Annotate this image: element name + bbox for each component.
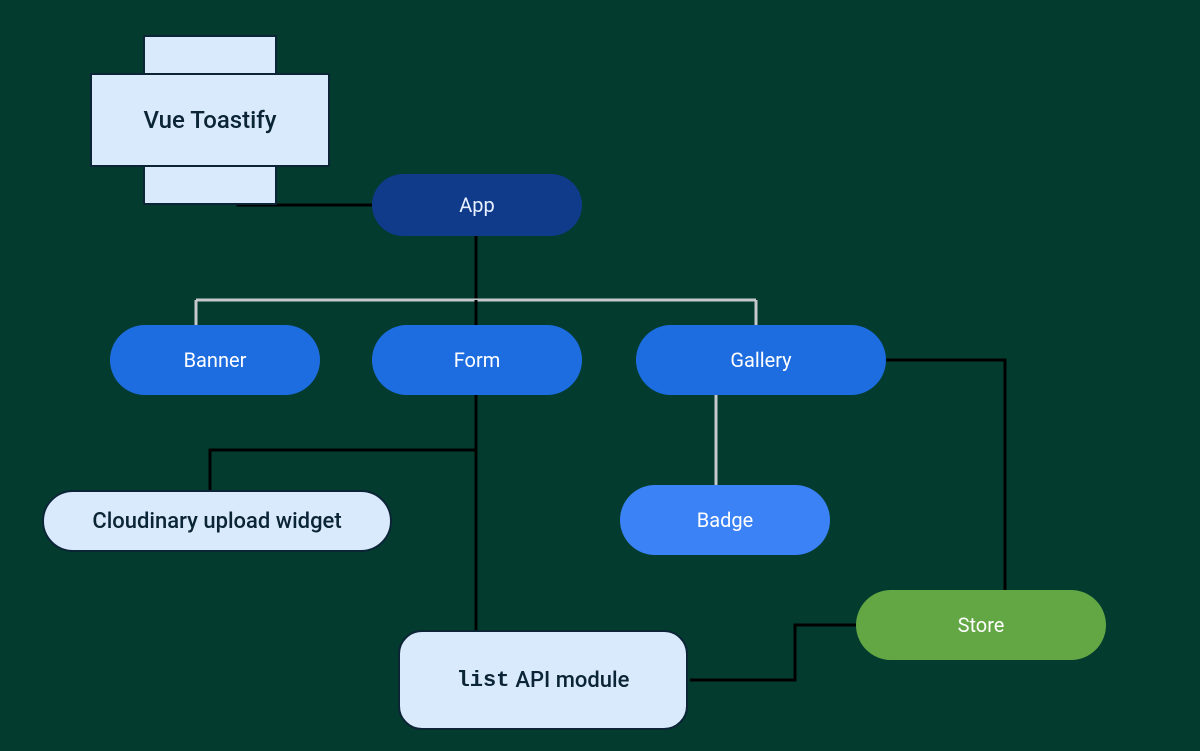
- node-cloudinary-label: Cloudinary upload widget: [92, 509, 341, 534]
- node-vue-toastify: Vue Toastify: [90, 35, 330, 205]
- node-form: Form: [372, 325, 582, 395]
- node-gallery-label: Gallery: [730, 348, 791, 372]
- node-cloudinary: Cloudinary upload widget: [42, 490, 392, 552]
- node-app: App: [372, 174, 582, 236]
- node-app-label: App: [459, 193, 495, 217]
- node-list-api-label: API module: [515, 668, 629, 693]
- node-badge-label: Badge: [697, 508, 753, 532]
- node-vue-toastify-label: Vue Toastify: [90, 35, 330, 205]
- node-form-label: Form: [454, 348, 501, 372]
- node-list-api-code: list: [457, 668, 510, 693]
- node-badge: Badge: [620, 485, 830, 555]
- node-banner-label: Banner: [184, 348, 247, 372]
- node-store-label: Store: [958, 613, 1005, 637]
- node-gallery: Gallery: [636, 325, 886, 395]
- node-list-api: list API module: [398, 630, 688, 730]
- node-banner: Banner: [110, 325, 320, 395]
- node-store: Store: [856, 590, 1106, 660]
